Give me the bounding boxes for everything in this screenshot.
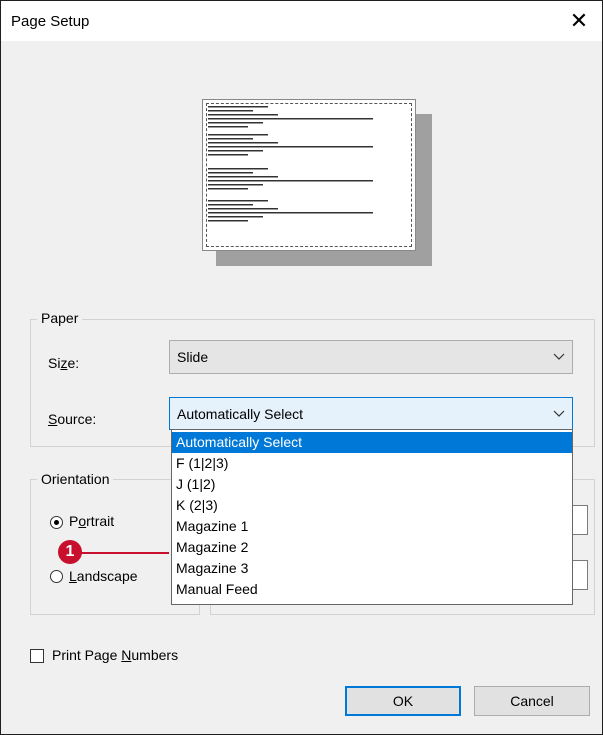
dropdown-option[interactable]: J (1|2) (172, 474, 572, 495)
margin-field-top[interactable] (572, 505, 588, 535)
chevron-down-icon (553, 410, 565, 417)
cancel-button[interactable]: Cancel (474, 686, 590, 716)
radio-dot (54, 520, 59, 525)
page-setup-dialog: Page Setup ✕ Paper Size: Slide Source: A… (0, 0, 603, 735)
orientation-legend: Orientation (37, 471, 114, 487)
chevron-down-icon (553, 353, 565, 360)
source-label: Source: (48, 411, 97, 427)
margin-field-bottom[interactable] (572, 560, 588, 590)
size-select[interactable]: Slide (169, 340, 573, 374)
dropdown-option[interactable]: K (2|3) (172, 495, 572, 516)
dropdown-option[interactable]: Magazine 1 (172, 516, 572, 537)
source-value: Automatically Select (177, 406, 304, 422)
portrait-label[interactable]: Portrait (69, 513, 114, 529)
preview-margin (206, 103, 412, 247)
landscape-radio[interactable] (50, 570, 63, 583)
paper-legend: Paper (37, 310, 83, 326)
ok-button[interactable]: OK (345, 686, 461, 716)
callout-line (77, 552, 169, 554)
close-icon[interactable]: ✕ (556, 1, 602, 41)
landscape-label[interactable]: Landscape (69, 568, 138, 584)
print-page-numbers-checkbox[interactable] (30, 649, 44, 663)
dropdown-option[interactable]: Automatically Select (172, 432, 572, 453)
dropdown-option[interactable]: Magazine 2 (172, 537, 572, 558)
size-value: Slide (177, 349, 209, 365)
page-preview (202, 99, 416, 251)
source-select[interactable]: Automatically Select (169, 397, 573, 430)
title-bar: Page Setup ✕ (1, 1, 602, 41)
print-page-numbers-label[interactable]: Print Page Numbers (52, 647, 178, 663)
dropdown-option[interactable]: Magazine 3 (172, 558, 572, 579)
source-dropdown-list: Automatically Select F (1|2|3) J (1|2) K… (171, 429, 573, 605)
preview-text-lines (208, 106, 373, 222)
callout-number: 1 (58, 540, 82, 564)
portrait-radio[interactable] (50, 516, 63, 529)
dropdown-option[interactable]: F (1|2|3) (172, 453, 572, 474)
dropdown-option[interactable]: Manual Feed (172, 579, 572, 600)
size-label: Size: (48, 355, 80, 371)
dialog-title: Page Setup (11, 13, 90, 30)
